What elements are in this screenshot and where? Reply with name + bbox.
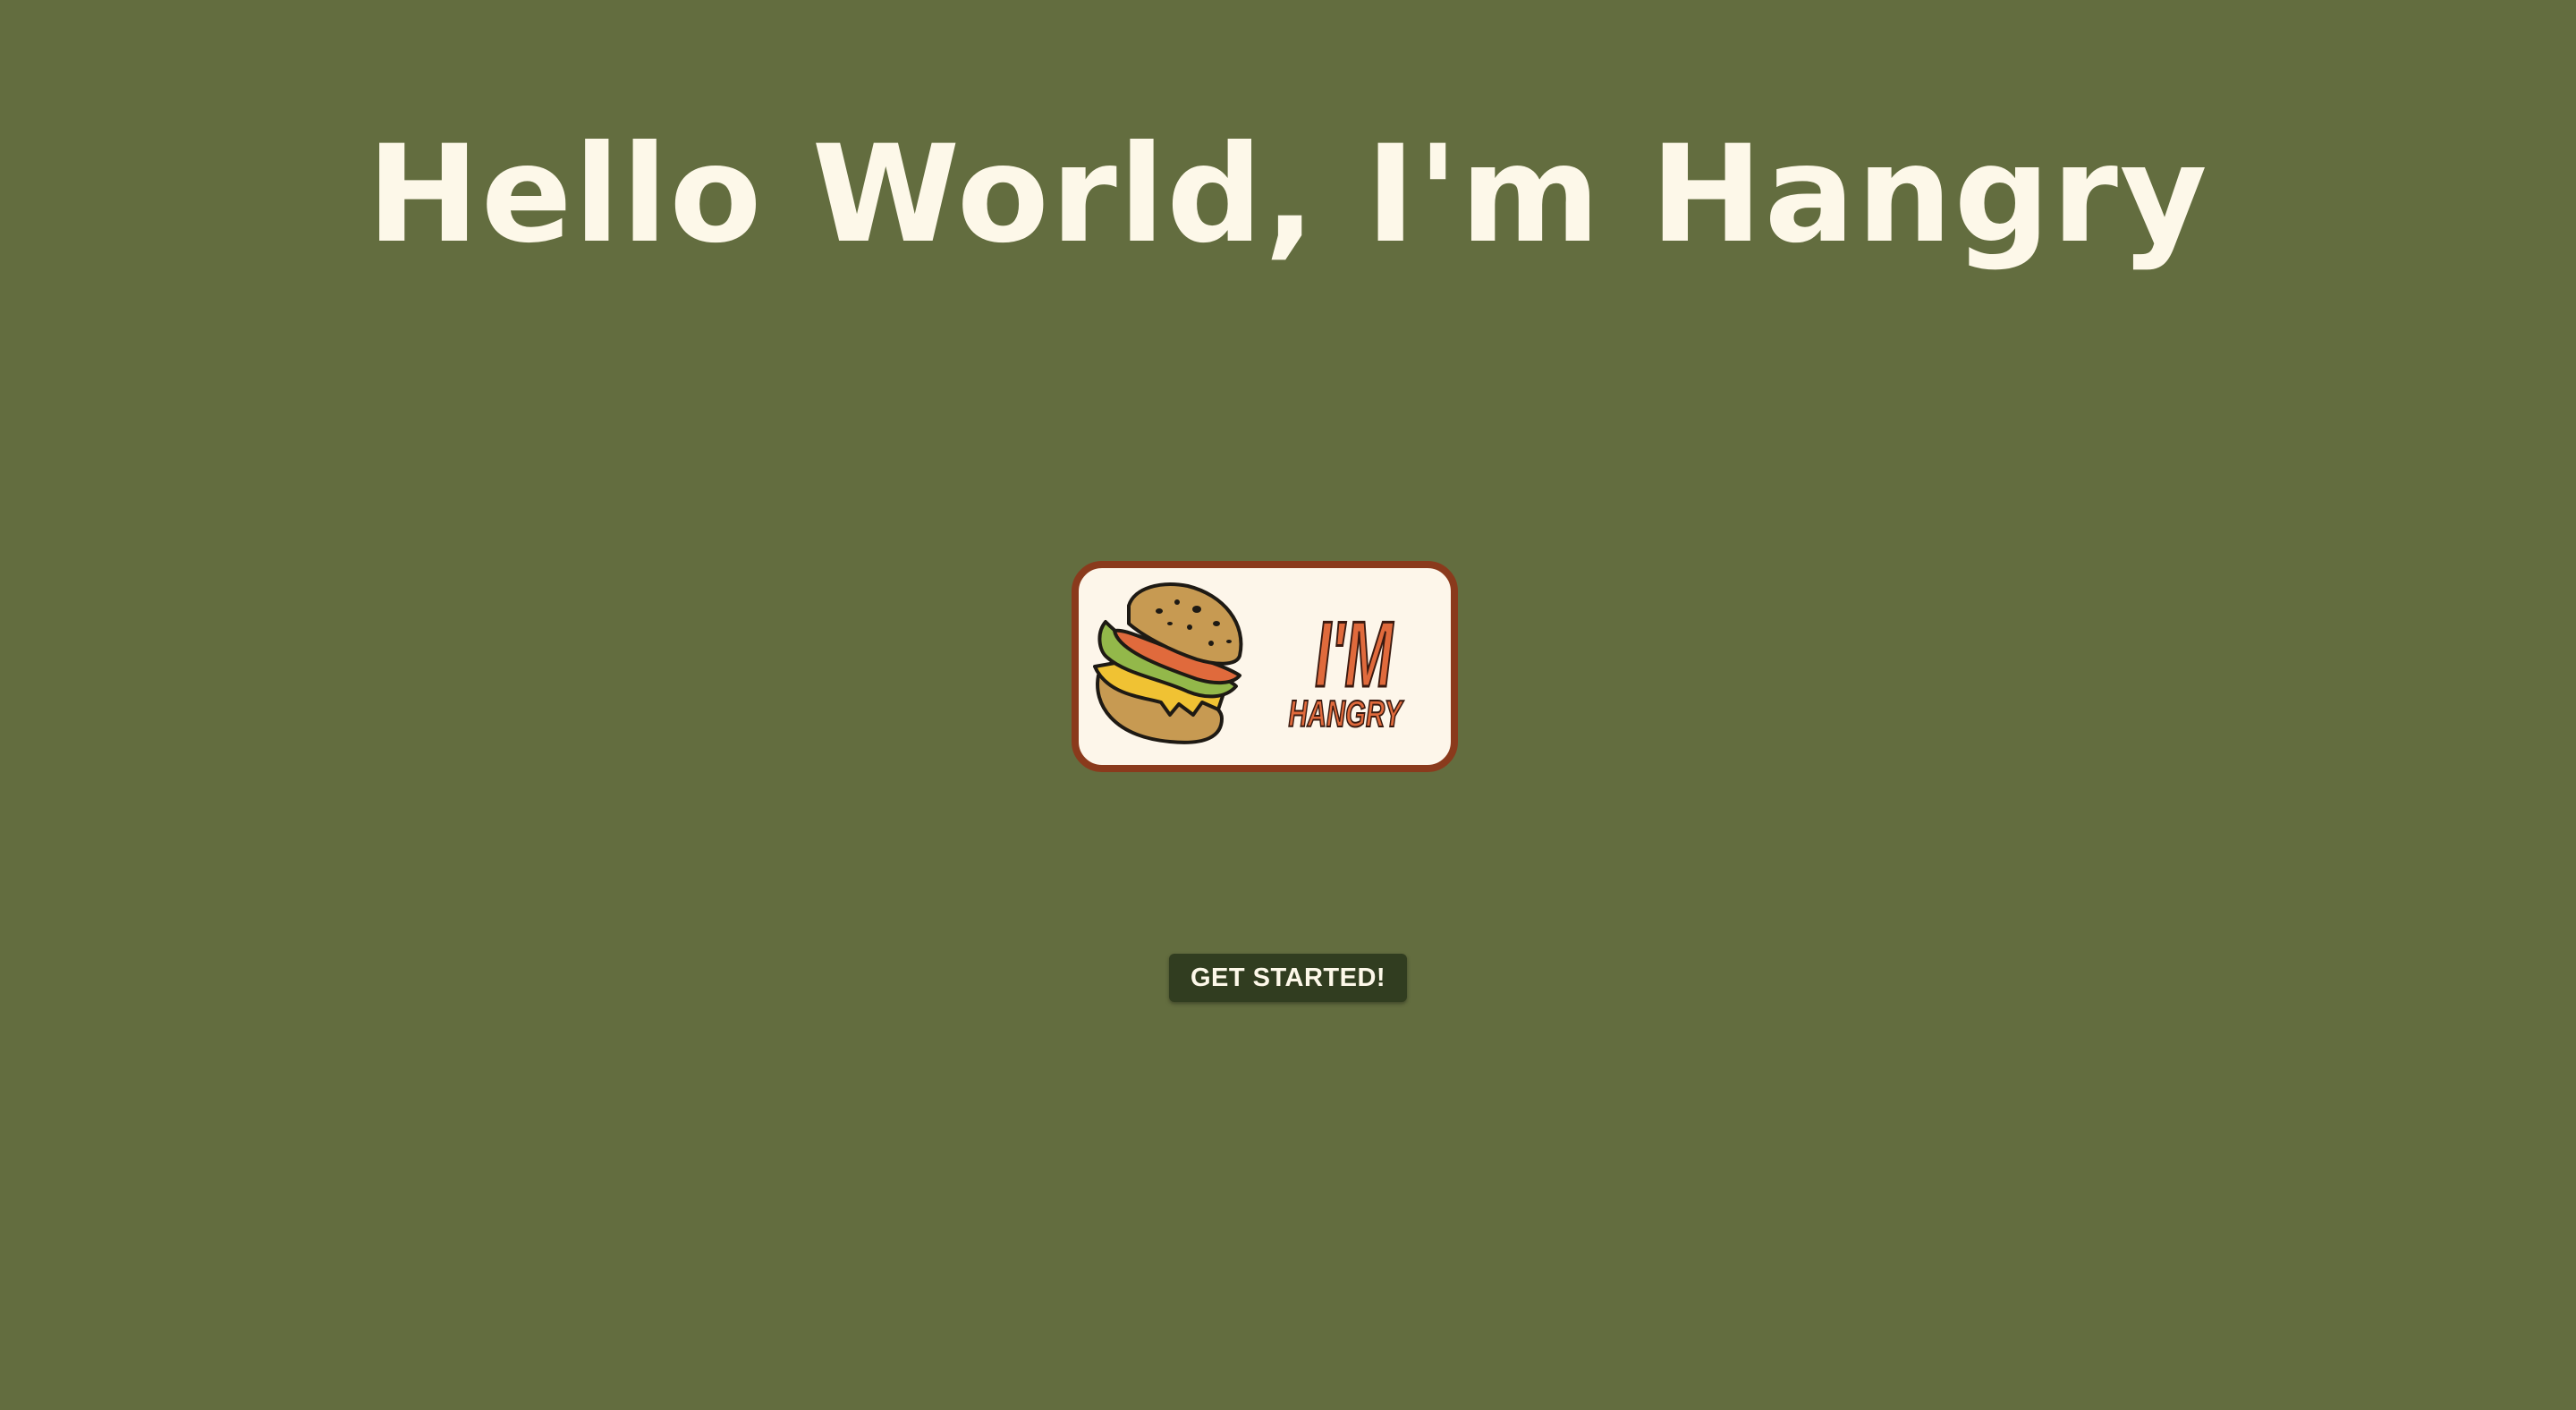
logo-text-line1: I'M	[1315, 603, 1394, 706]
logo-text-line2: HANGRY	[1288, 692, 1403, 735]
landing-page: Hello World, I'm Hangry I'M HANGRY GET S…	[0, 0, 2576, 1410]
hangry-logo: I'M HANGRY	[1072, 561, 1458, 772]
get-started-button[interactable]: GET STARTED!	[1169, 954, 1407, 1002]
page-title: Hello World, I'm Hangry	[367, 117, 2209, 273]
